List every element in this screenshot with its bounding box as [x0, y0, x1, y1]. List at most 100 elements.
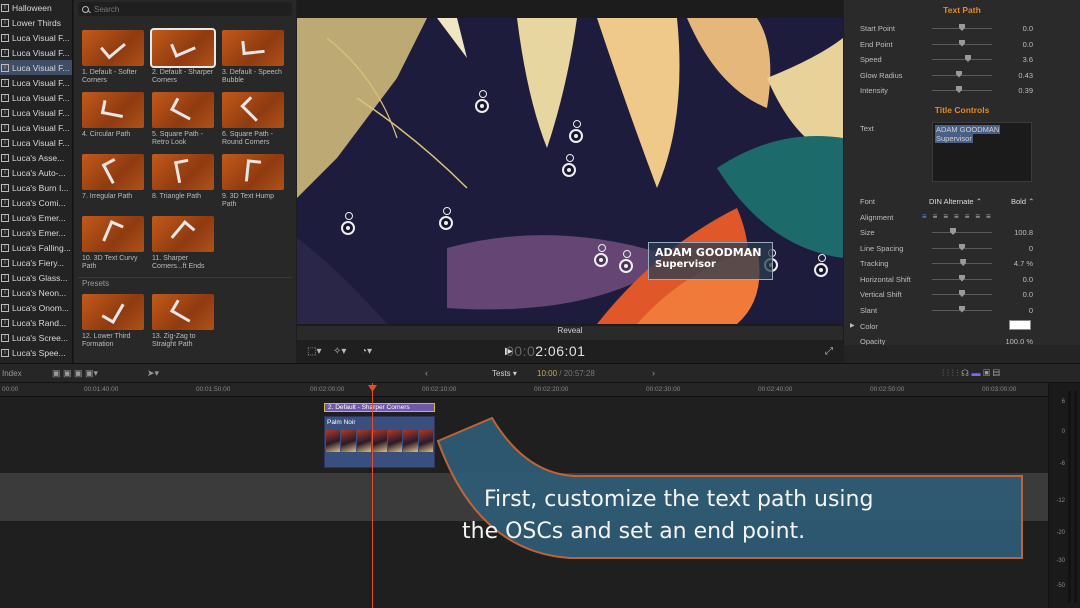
param-slider[interactable] — [932, 74, 992, 76]
effect-tile[interactable]: 5. Square Path - Retro Look — [152, 92, 216, 147]
sidebar-item[interactable]: T Luca's Auto-... — [0, 165, 72, 180]
clip-connect-icon[interactable]: ▣ ▣ ▣ ▣▾ — [52, 368, 98, 379]
param-slider[interactable] — [932, 90, 992, 91]
slider-knob[interactable] — [959, 290, 965, 297]
sidebar-item[interactable]: T Luca's Comi... — [0, 195, 72, 210]
forward-icon[interactable]: › — [652, 368, 655, 378]
slider-knob[interactable] — [959, 24, 965, 31]
sidebar-item[interactable]: T Luca Visual F... — [0, 45, 72, 60]
sidebar-item[interactable]: T Luca's Burn I... — [0, 180, 72, 195]
param-value[interactable]: 0.0 — [993, 40, 1033, 49]
align-right-icon[interactable]: ≡ — [943, 212, 954, 221]
param-value[interactable]: 0.0 — [993, 290, 1033, 299]
timeline-ruler[interactable]: 00:00 00:01:40:00 00:01:50:00 00:02:00:00 00… — [0, 383, 1048, 397]
param-value[interactable]: 0.0 — [993, 24, 1033, 33]
slider-knob[interactable] — [959, 39, 965, 47]
osc-handle[interactable] — [619, 250, 633, 273]
preset-tile[interactable]: 12. Lower Third Formation — [82, 294, 146, 349]
effect-tile[interactable]: 8. Triangle Path — [152, 154, 216, 201]
enhance-icon[interactable]: ✧▾ — [333, 346, 346, 357]
timeline-tools-icon[interactable]: ⫶ ⫶ ⫶ ⫶ ☊ ▬ ▣ ▤ — [942, 368, 1000, 379]
param-value[interactable]: 3.6 — [993, 55, 1033, 64]
effect-tile[interactable]: 4. Circular Path — [82, 92, 146, 139]
slider-knob[interactable] — [959, 305, 965, 313]
osc-handle[interactable] — [594, 244, 608, 267]
slider-knob[interactable] — [960, 259, 967, 266]
sidebar-item[interactable]: T Luca's Scree... — [0, 330, 72, 345]
sidebar-item[interactable]: T Luca's Asse... — [0, 150, 72, 165]
sidebar-item[interactable]: T Luca's Emer... — [0, 210, 72, 225]
sidebar-item[interactable]: T Luca Visual F... — [0, 105, 72, 120]
osc-handle[interactable] — [439, 207, 453, 230]
sidebar-item[interactable]: T Luca's Spee... — [0, 345, 72, 360]
slider-knob[interactable] — [959, 274, 965, 282]
param-value[interactable]: 100.8 — [993, 228, 1033, 237]
param-value[interactable]: 0.39 — [993, 86, 1033, 95]
font-popup[interactable]: DIN Alternate ⌃ — [929, 197, 982, 206]
video-clip[interactable]: Palm Noir — [324, 416, 435, 468]
justify-icon[interactable]: ≡ — [954, 212, 965, 221]
transform-icon[interactable]: ⬚▾ — [307, 346, 321, 357]
osc-handle[interactable] — [562, 154, 576, 177]
sidebar-item[interactable]: T Luca Visual F... — [0, 75, 72, 90]
osc-handle[interactable] — [341, 212, 355, 235]
preset-tile[interactable]: 13. Zig-Zag to Straight Path — [152, 294, 216, 349]
effect-tile[interactable]: 11. Sharper Corners...ft Ends — [152, 216, 216, 271]
viewer-canvas[interactable]: ADAM GOODMAN Supervisor — [297, 18, 843, 324]
osc-handle[interactable] — [814, 254, 828, 277]
select-tool-icon[interactable]: ➤▾ — [147, 368, 159, 379]
fullscreen-icon[interactable]: ⤢ — [825, 346, 833, 357]
effect-tile[interactable]: 2. Default - Sharper Corners — [150, 28, 216, 85]
sidebar-item[interactable]: T Luca Visual F... — [0, 90, 72, 105]
playhead[interactable] — [372, 383, 373, 608]
effect-tile[interactable]: 6. Square Path - Round Corners — [222, 92, 286, 147]
effect-tile[interactable]: 1. Default - Softer Corners — [82, 30, 146, 85]
sidebar-item[interactable]: T Halloween — [0, 0, 72, 15]
sidebar-item[interactable]: T Luca Visual F... — [0, 120, 72, 135]
param-value[interactable]: 0 — [993, 306, 1033, 315]
text-field[interactable]: ADAM GOODMAN Supervisor — [932, 122, 1032, 182]
param-value[interactable]: 0.43 — [993, 71, 1033, 80]
param-value[interactable]: 4.7 % — [993, 259, 1033, 268]
sidebar-item[interactable]: T Luca's Glass... — [0, 270, 72, 285]
search-field[interactable]: Search — [78, 2, 292, 16]
sidebar-item[interactable]: T Lower Thirds — [0, 15, 72, 30]
sidebar-item[interactable]: T Luca Visual F... — [0, 60, 72, 75]
project-name[interactable]: Tests ▾ — [492, 369, 517, 378]
effect-tile[interactable]: 9. 3D Text Hump Path — [222, 154, 286, 209]
sidebar-item[interactable]: T Luca's Falling... — [0, 240, 72, 255]
osc-handle[interactable] — [569, 120, 583, 143]
sidebar-item[interactable]: T Luca Visual F... — [0, 30, 72, 45]
sidebar-item[interactable]: T Luca's Emer... — [0, 225, 72, 240]
slider-knob[interactable] — [956, 70, 962, 78]
font-weight-popup[interactable]: Bold ⌃ — [1011, 197, 1034, 206]
justify-full-icon[interactable]: ≡ — [986, 212, 997, 221]
align-left-icon[interactable]: ≡ — [922, 212, 933, 221]
effect-tile[interactable]: 3. Default - Speech Bubble — [222, 30, 286, 85]
param-value[interactable]: 0.0 — [993, 275, 1033, 284]
param-slider[interactable] — [932, 59, 992, 60]
title-clip[interactable]: 2. Default - Sharper Corners — [324, 403, 435, 412]
alignment-buttons[interactable]: ≡≡≡≡≡≡≡ — [922, 212, 997, 221]
slider-knob[interactable] — [956, 86, 962, 93]
back-icon[interactable]: ‹ — [425, 368, 428, 378]
justify-center-icon[interactable]: ≡ — [965, 212, 976, 221]
sidebar-item[interactable]: T Luca's Onom... — [0, 300, 72, 315]
justify-right-icon[interactable]: ≡ — [975, 212, 986, 221]
param-slider[interactable] — [932, 232, 992, 233]
slider-knob[interactable] — [950, 228, 956, 235]
sidebar-item[interactable]: T Luca's Fiery... — [0, 255, 72, 270]
param-value[interactable]: 0 — [993, 244, 1033, 253]
sidebar-item[interactable]: T Luca Visual F... — [0, 135, 72, 150]
osc-handle[interactable] — [475, 90, 489, 113]
slider-knob[interactable] — [959, 243, 965, 251]
lower-third-title[interactable]: ADAM GOODMAN Supervisor — [648, 242, 773, 280]
sidebar-item[interactable]: T Luca's Neon... — [0, 285, 72, 300]
color-swatch[interactable] — [1009, 320, 1031, 330]
align-center-icon[interactable]: ≡ — [933, 212, 944, 221]
effect-tile[interactable]: 10. 3D Text Curvy Path — [82, 216, 146, 271]
sidebar-item[interactable]: T Luca's Rand... — [0, 315, 72, 330]
speed-icon[interactable]: ◔▾ — [361, 346, 372, 357]
disclosure-icon[interactable]: ▶ — [850, 322, 855, 329]
index-button[interactable]: Index — [2, 369, 22, 378]
